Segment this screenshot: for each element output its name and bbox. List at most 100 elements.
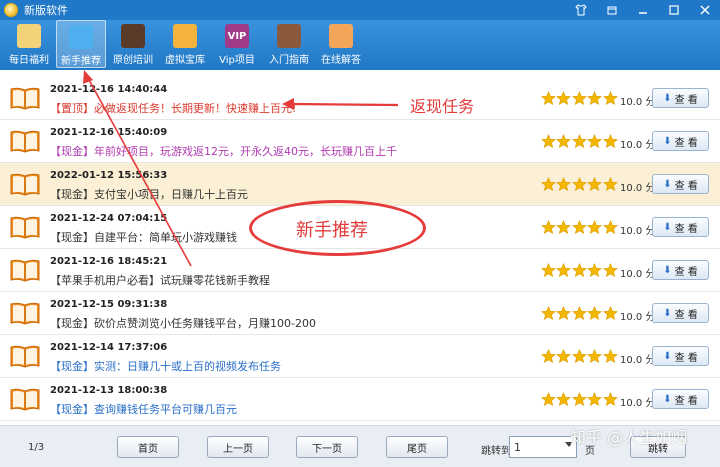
view-button[interactable]: ⬇ 查 看 [652, 346, 709, 366]
item-text: 必做返现任务！长期更新！快速赚上百元! [94, 102, 297, 115]
star-icon [602, 306, 618, 321]
view-button[interactable]: ⬇ 查 看 [652, 217, 709, 237]
item-date: 2021-12-16 18:45:21 [50, 256, 168, 267]
restore-icon[interactable] [596, 0, 627, 20]
list-item[interactable]: 2021-12-15 09:31:38 【现金】砍价点赞浏览小任务赚钱平台，月赚1… [0, 292, 720, 335]
item-score: 10.0 分 [620, 312, 656, 323]
item-title[interactable]: 【现金】砍价点赞浏览小任务赚钱平台，月赚100-200 [50, 316, 530, 332]
first-page-button[interactable]: 首页 [117, 436, 179, 458]
star-icon [602, 91, 618, 106]
list-item[interactable]: 2021-12-16 14:40:44 【置顶】必做返现任务！长期更新！快速赚上百… [0, 77, 720, 120]
item-date: 2021-12-16 15:40:09 [50, 127, 168, 138]
toolbar-item-2[interactable]: 原创培训 [108, 20, 158, 68]
view-button[interactable]: ⬇ 查 看 [652, 88, 709, 108]
book-icon [10, 172, 40, 196]
download-arrow-icon: ⬇ [663, 393, 672, 405]
list-item[interactable]: 2021-12-16 15:40:09 【现金】年前好项目，玩游戏返12元，开永久… [0, 120, 720, 163]
view-button[interactable]: ⬇ 查 看 [652, 389, 709, 409]
item-date: 2021-12-15 09:31:38 [50, 299, 168, 310]
star-icon [541, 306, 556, 321]
monitor-icon [69, 25, 93, 49]
item-title[interactable]: 【现金】年前好项目，玩游戏返12元，开永久返40元，长玩赚几百上千 [50, 144, 530, 160]
item-score: 10.0 分 [620, 226, 656, 237]
rating-stars [541, 306, 618, 321]
star-icon [602, 134, 618, 149]
item-score: 10.0 分 [620, 183, 656, 194]
prev-page-button[interactable]: 上一页 [207, 436, 269, 458]
star-icon [556, 177, 572, 192]
star-icon [571, 263, 587, 278]
item-tag: 【现金】 [50, 145, 94, 158]
book-icon [10, 258, 40, 282]
star-icon [541, 349, 556, 364]
download-arrow-icon: ⬇ [663, 350, 672, 362]
star-icon [587, 134, 603, 149]
item-text: 自建平台：简单玩小游戏赚钱 [94, 231, 237, 244]
list-item[interactable]: 2021-12-14 17:37:06 【现金】实测：日赚几十或上百的视频发布任务… [0, 335, 720, 378]
item-title[interactable]: 【现金】实测：日赚几十或上百的视频发布任务 [50, 359, 530, 375]
toolbar-item-1[interactable]: 新手推荐 [56, 20, 106, 68]
toolbar-item-6[interactable]: 在线解答 [316, 20, 366, 68]
rating-stars [541, 392, 618, 407]
star-icon [587, 263, 603, 278]
toolbar-item-label: 虚拟宝库 [165, 55, 205, 66]
item-tag: 【现金】 [50, 360, 94, 373]
vip-icon: VIP [225, 24, 249, 48]
item-title[interactable]: 【现金】查询赚钱任务平台可赚几百元 [50, 402, 530, 418]
blackboard-icon [121, 24, 145, 48]
item-text: 实测：日赚几十或上百的视频发布任务 [94, 360, 281, 373]
item-tag: 【现金】 [50, 317, 94, 330]
minimize-icon[interactable] [627, 0, 658, 20]
book-icon [10, 129, 40, 153]
star-icon [541, 177, 556, 192]
close-icon[interactable] [689, 0, 720, 20]
window-controls [565, 0, 720, 20]
star-icon [541, 134, 556, 149]
download-arrow-icon: ⬇ [663, 307, 672, 319]
app-logo-icon [4, 3, 18, 17]
item-title[interactable]: 【苹果手机用户必看】试玩赚零花钱新手教程 [50, 273, 530, 289]
next-page-button[interactable]: 下一页 [296, 436, 358, 458]
list-item[interactable]: 2021-12-13 18:00:38 【现金】查询赚钱任务平台可赚几百元 10.0… [0, 378, 720, 421]
treasure-icon [173, 24, 197, 48]
star-icon [571, 134, 587, 149]
star-icon [571, 392, 587, 407]
toolbar-item-0[interactable]: 每日福利 [4, 20, 54, 68]
item-text: 试玩赚零花钱新手教程 [160, 274, 270, 287]
view-button[interactable]: ⬇ 查 看 [652, 131, 709, 151]
cashback-annotation: 返现任务 [410, 97, 475, 116]
item-tag: 【现金】 [50, 188, 94, 201]
download-arrow-icon: ⬇ [663, 221, 672, 233]
list-item[interactable]: 2022-01-12 15:56:33 【现金】支付宝小项目，日赚几十上百元 10.… [0, 163, 720, 206]
star-icon [587, 177, 603, 192]
toolbar-item-3[interactable]: 虚拟宝库 [160, 20, 210, 68]
rating-stars [541, 263, 618, 278]
jump-page-select[interactable]: 1 [509, 436, 577, 458]
star-icon [556, 263, 572, 278]
toolbar-item-5[interactable]: 入门指南 [264, 20, 314, 68]
last-page-button[interactable]: 尾页 [386, 436, 448, 458]
support-person-icon [329, 24, 353, 48]
item-title[interactable]: 【现金】支付宝小项目，日赚几十上百元 [50, 187, 530, 203]
view-button[interactable]: ⬇ 查 看 [652, 303, 709, 323]
maximize-icon[interactable] [658, 0, 689, 20]
download-arrow-icon: ⬇ [663, 264, 672, 276]
item-tag: 【苹果手机用户必看】 [50, 274, 160, 287]
title-bar: 新版软件 [0, 0, 720, 20]
rating-stars [541, 349, 618, 364]
view-button[interactable]: ⬇ 查 看 [652, 260, 709, 280]
star-icon [556, 220, 572, 235]
star-icon [587, 349, 603, 364]
shirt-icon[interactable] [565, 0, 596, 20]
item-date: 2021-12-14 17:37:06 [50, 342, 168, 353]
item-date: 2022-01-12 15:56:33 [50, 170, 168, 181]
list-item[interactable]: 2021-12-16 18:45:21 【苹果手机用户必看】试玩赚零花钱新手教程 1… [0, 249, 720, 292]
item-date: 2021-12-13 18:00:38 [50, 385, 168, 396]
watermark: 知乎 @人生如烟 [570, 428, 688, 447]
view-button[interactable]: ⬇ 查 看 [652, 174, 709, 194]
toolbar-item-4[interactable]: VIP Vip项目 [212, 20, 262, 68]
toolbar-item-label: 在线解答 [321, 55, 361, 66]
star-icon [587, 91, 603, 106]
item-score: 10.0 分 [620, 140, 656, 151]
star-icon [602, 349, 618, 364]
